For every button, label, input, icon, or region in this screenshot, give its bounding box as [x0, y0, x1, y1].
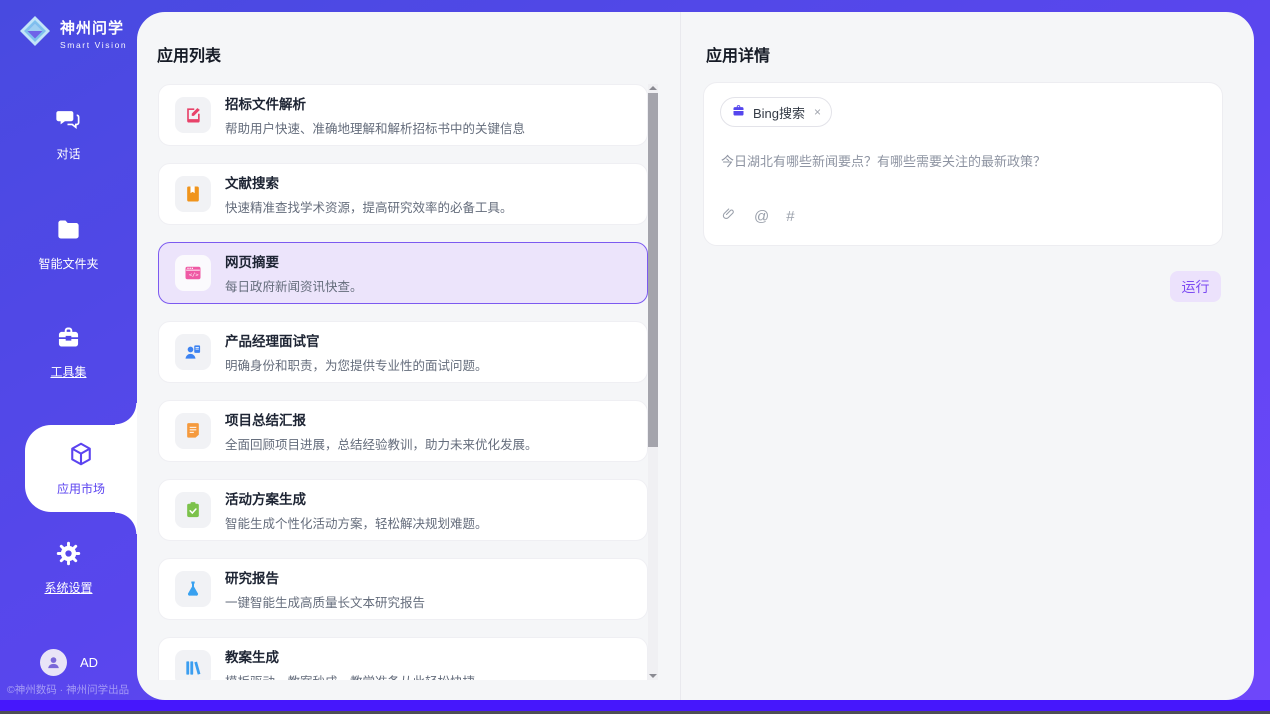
sidebar-item-label: 智能文件夹: [38, 255, 98, 272]
scroll-up-arrow[interactable]: [649, 86, 657, 90]
app-card-desc: 快速精准查找学术资源，提高研究效率的必备工具。: [225, 197, 513, 216]
app-card-desc: 明确身份和职责，为您提供专业性的面试问题。: [225, 355, 488, 374]
app-card-desc: 全面回顾项目进展，总结经验教训，助力未来优化发展。: [225, 434, 538, 453]
scrollbar-thumb[interactable]: [648, 93, 658, 447]
bottom-accent-bar: [0, 700, 1270, 711]
app-card-title: 产品经理面试官: [225, 330, 488, 350]
app-card-pm-interviewer[interactable]: 产品经理面试官 明确身份和职责，为您提供专业性的面试问题。: [158, 321, 648, 383]
sidebar-item-label: 工具集: [50, 363, 86, 380]
sidebar-item-label: 应用市场: [57, 480, 105, 497]
app-card-title: 研究报告: [225, 567, 425, 587]
app-detail-title: 应用详情: [706, 42, 770, 66]
sidebar: 神州问学 Smart Vision 对话 智能文件夹: [0, 0, 137, 700]
briefcase-icon: [731, 103, 746, 121]
app-card-title: 教案生成: [225, 646, 475, 666]
folder-icon: [55, 216, 82, 248]
toolbox-icon: [55, 324, 82, 356]
avatar: [40, 649, 67, 676]
sidebar-item-label: 对话: [56, 145, 80, 162]
app-card-literature-search[interactable]: 文献搜索 快速精准查找学术资源，提高研究效率的必备工具。: [158, 163, 648, 225]
clipboard-check-icon: [175, 492, 211, 528]
flask-icon: [175, 571, 211, 607]
tool-chip[interactable]: Bing搜索 ×: [720, 97, 832, 127]
brand-name: 神州问学: [60, 17, 127, 38]
paperclip-icon[interactable]: [721, 206, 737, 227]
user-name: AD: [80, 655, 98, 670]
brand-subtitle: Smart Vision: [60, 40, 127, 50]
app-card-project-summary[interactable]: 项目总结汇报 全面回顾项目进展，总结经验教训，助力未来优化发展。: [158, 400, 648, 462]
pen-document-icon: [175, 97, 211, 133]
hash-icon[interactable]: #: [786, 208, 794, 225]
app-card-lesson-plan[interactable]: 教案生成 模板驱动，教案秒成，教学准备从此轻松快捷: [158, 637, 648, 680]
app-card-title: 项目总结汇报: [225, 409, 538, 429]
app-card-research-report[interactable]: 研究报告 一键智能生成高质量长文本研究报告: [158, 558, 648, 620]
sidebar-item-app-market[interactable]: 应用市场: [25, 425, 137, 512]
app-window: 神州问学 Smart Vision 对话 智能文件夹: [0, 0, 1270, 714]
app-card-desc: 帮助用户快速、准确地理解和解析招标书中的关键信息: [225, 118, 525, 137]
app-card-desc: 每日政府新闻资讯快查。: [225, 276, 363, 295]
main-content: 应用列表 招标文件解析 帮助用户快速、准确地理解和解析招标书中的关键信息: [137, 12, 1254, 700]
chip-close-icon[interactable]: ×: [814, 105, 821, 119]
app-card-desc: 智能生成个性化活动方案，轻松解决规划难题。: [225, 513, 488, 532]
app-card-title: 文献搜索: [225, 172, 513, 192]
books-icon: [175, 650, 211, 680]
app-card-event-plan[interactable]: 活动方案生成 智能生成个性化活动方案，轻松解决规划难题。: [158, 479, 648, 541]
gear-icon: [55, 540, 82, 572]
tool-chip-label: Bing搜索: [753, 103, 805, 122]
brand-logo: 神州问学 Smart Vision: [18, 14, 127, 53]
app-detail-panel: 应用详情 Bing搜索 × 今日湖北有哪些新闻要点？有哪些需要关注的最新政策？: [682, 12, 1254, 700]
scrollbar[interactable]: [648, 84, 658, 680]
diamond-logo-icon: [18, 14, 52, 53]
app-card-title: 招标文件解析: [225, 93, 525, 113]
sidebar-item-toolset[interactable]: 工具集: [0, 324, 137, 380]
app-card-desc: 模板驱动，教案秒成，教学准备从此轻松快捷: [225, 671, 475, 680]
app-card-title: 活动方案生成: [225, 488, 488, 508]
interviewer-icon: [175, 334, 211, 370]
note-icon: [175, 413, 211, 449]
sidebar-item-chat[interactable]: 对话: [0, 106, 137, 162]
scroll-down-arrow[interactable]: [649, 674, 657, 678]
copyright-text: ©神州数码 · 神州问学出品: [7, 682, 129, 697]
prompt-card: Bing搜索 × 今日湖北有哪些新闻要点？有哪些需要关注的最新政策？ @ #: [703, 82, 1223, 246]
app-list-title: 应用列表: [157, 42, 221, 66]
run-button[interactable]: 运行: [1170, 271, 1221, 302]
app-list-panel: 应用列表 招标文件解析 帮助用户快速、准确地理解和解析招标书中的关键信息: [137, 12, 681, 700]
sidebar-item-smart-folder[interactable]: 智能文件夹: [0, 216, 137, 272]
app-list: 招标文件解析 帮助用户快速、准确地理解和解析招标书中的关键信息 文献搜索 快速精…: [158, 84, 648, 680]
at-icon[interactable]: @: [754, 208, 769, 225]
prompt-toolbar: @ #: [721, 206, 795, 227]
app-card-web-summary[interactable]: </> 网页摘要 每日政府新闻资讯快查。: [158, 242, 648, 304]
book-icon: [175, 176, 211, 212]
browser-code-icon: </>: [175, 255, 211, 291]
app-card-bid-document-parsing[interactable]: 招标文件解析 帮助用户快速、准确地理解和解析招标书中的关键信息: [158, 84, 648, 146]
app-card-desc: 一键智能生成高质量长文本研究报告: [225, 592, 425, 611]
sidebar-item-settings[interactable]: 系统设置: [0, 540, 137, 596]
app-card-title: 网页摘要: [225, 251, 363, 271]
cube-icon: [67, 440, 95, 473]
query-text[interactable]: 今日湖北有哪些新闻要点？有哪些需要关注的最新政策？: [721, 151, 1046, 170]
svg-text:</>: </>: [189, 273, 200, 279]
chat-icon: [55, 106, 82, 138]
user-profile[interactable]: AD: [40, 649, 98, 676]
sidebar-item-label: 系统设置: [44, 579, 92, 596]
